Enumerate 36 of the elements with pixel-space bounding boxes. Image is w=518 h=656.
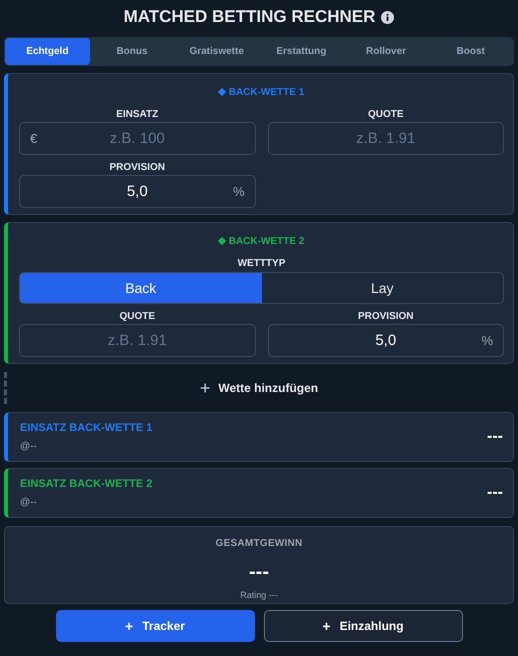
bet-title: BACK-WETTE 2: [228, 234, 304, 248]
input-field[interactable]: z.B. 1.91: [19, 324, 256, 357]
field-label: QUOTE: [119, 310, 156, 322]
add-bet-button[interactable]: + Wette hinzufügen: [200, 379, 318, 397]
toggle-option[interactable]: Back: [20, 273, 262, 303]
mode-tab[interactable]: Echtgeld: [5, 38, 90, 65]
stake-value: ---: [487, 483, 503, 503]
mode-tab[interactable]: Gratiswette: [174, 38, 260, 65]
field-label: PROVISION: [109, 161, 166, 173]
field-label: EINSATZ: [116, 108, 158, 120]
mode-tab[interactable]: Erstattung: [259, 38, 344, 65]
total-label: GESAMTGEWINN: [216, 537, 302, 551]
stake-title: EINSATZ BACK-WETTE 2: [20, 477, 152, 492]
percent-sign: %: [481, 332, 493, 350]
input-field[interactable]: z.B. 1.91: [268, 122, 504, 155]
field-label: PROVISION: [358, 310, 414, 322]
mode-tab[interactable]: Bonus: [90, 38, 174, 65]
rating-text: Rating ---: [240, 589, 278, 602]
stake-value: ---: [487, 427, 503, 447]
odds-text: @--: [20, 440, 38, 454]
odds-text: @--: [20, 496, 38, 510]
action-button[interactable]: + Tracker: [56, 610, 254, 642]
field-label: QUOTE: [368, 108, 404, 120]
stake-title: EINSATZ BACK-WETTE 1: [20, 421, 152, 436]
app-title: MATCHED BETTING RECHNER: [124, 6, 376, 28]
mode-tab[interactable]: Boost: [428, 38, 514, 65]
dashed-line: [4, 372, 7, 404]
toggle-option[interactable]: Lay: [262, 273, 503, 303]
info-icon[interactable]: [381, 10, 394, 24]
percent-sign: %: [232, 182, 244, 201]
currency-symbol: €: [30, 130, 38, 148]
bet-title: BACK-WETTE 1: [228, 86, 304, 100]
total-value: ---: [249, 560, 269, 585]
field-label: WETTTYP: [236, 257, 286, 269]
mode-tab[interactable]: Rollover: [344, 38, 428, 65]
action-button[interactable]: + Einzahlung: [264, 610, 462, 642]
